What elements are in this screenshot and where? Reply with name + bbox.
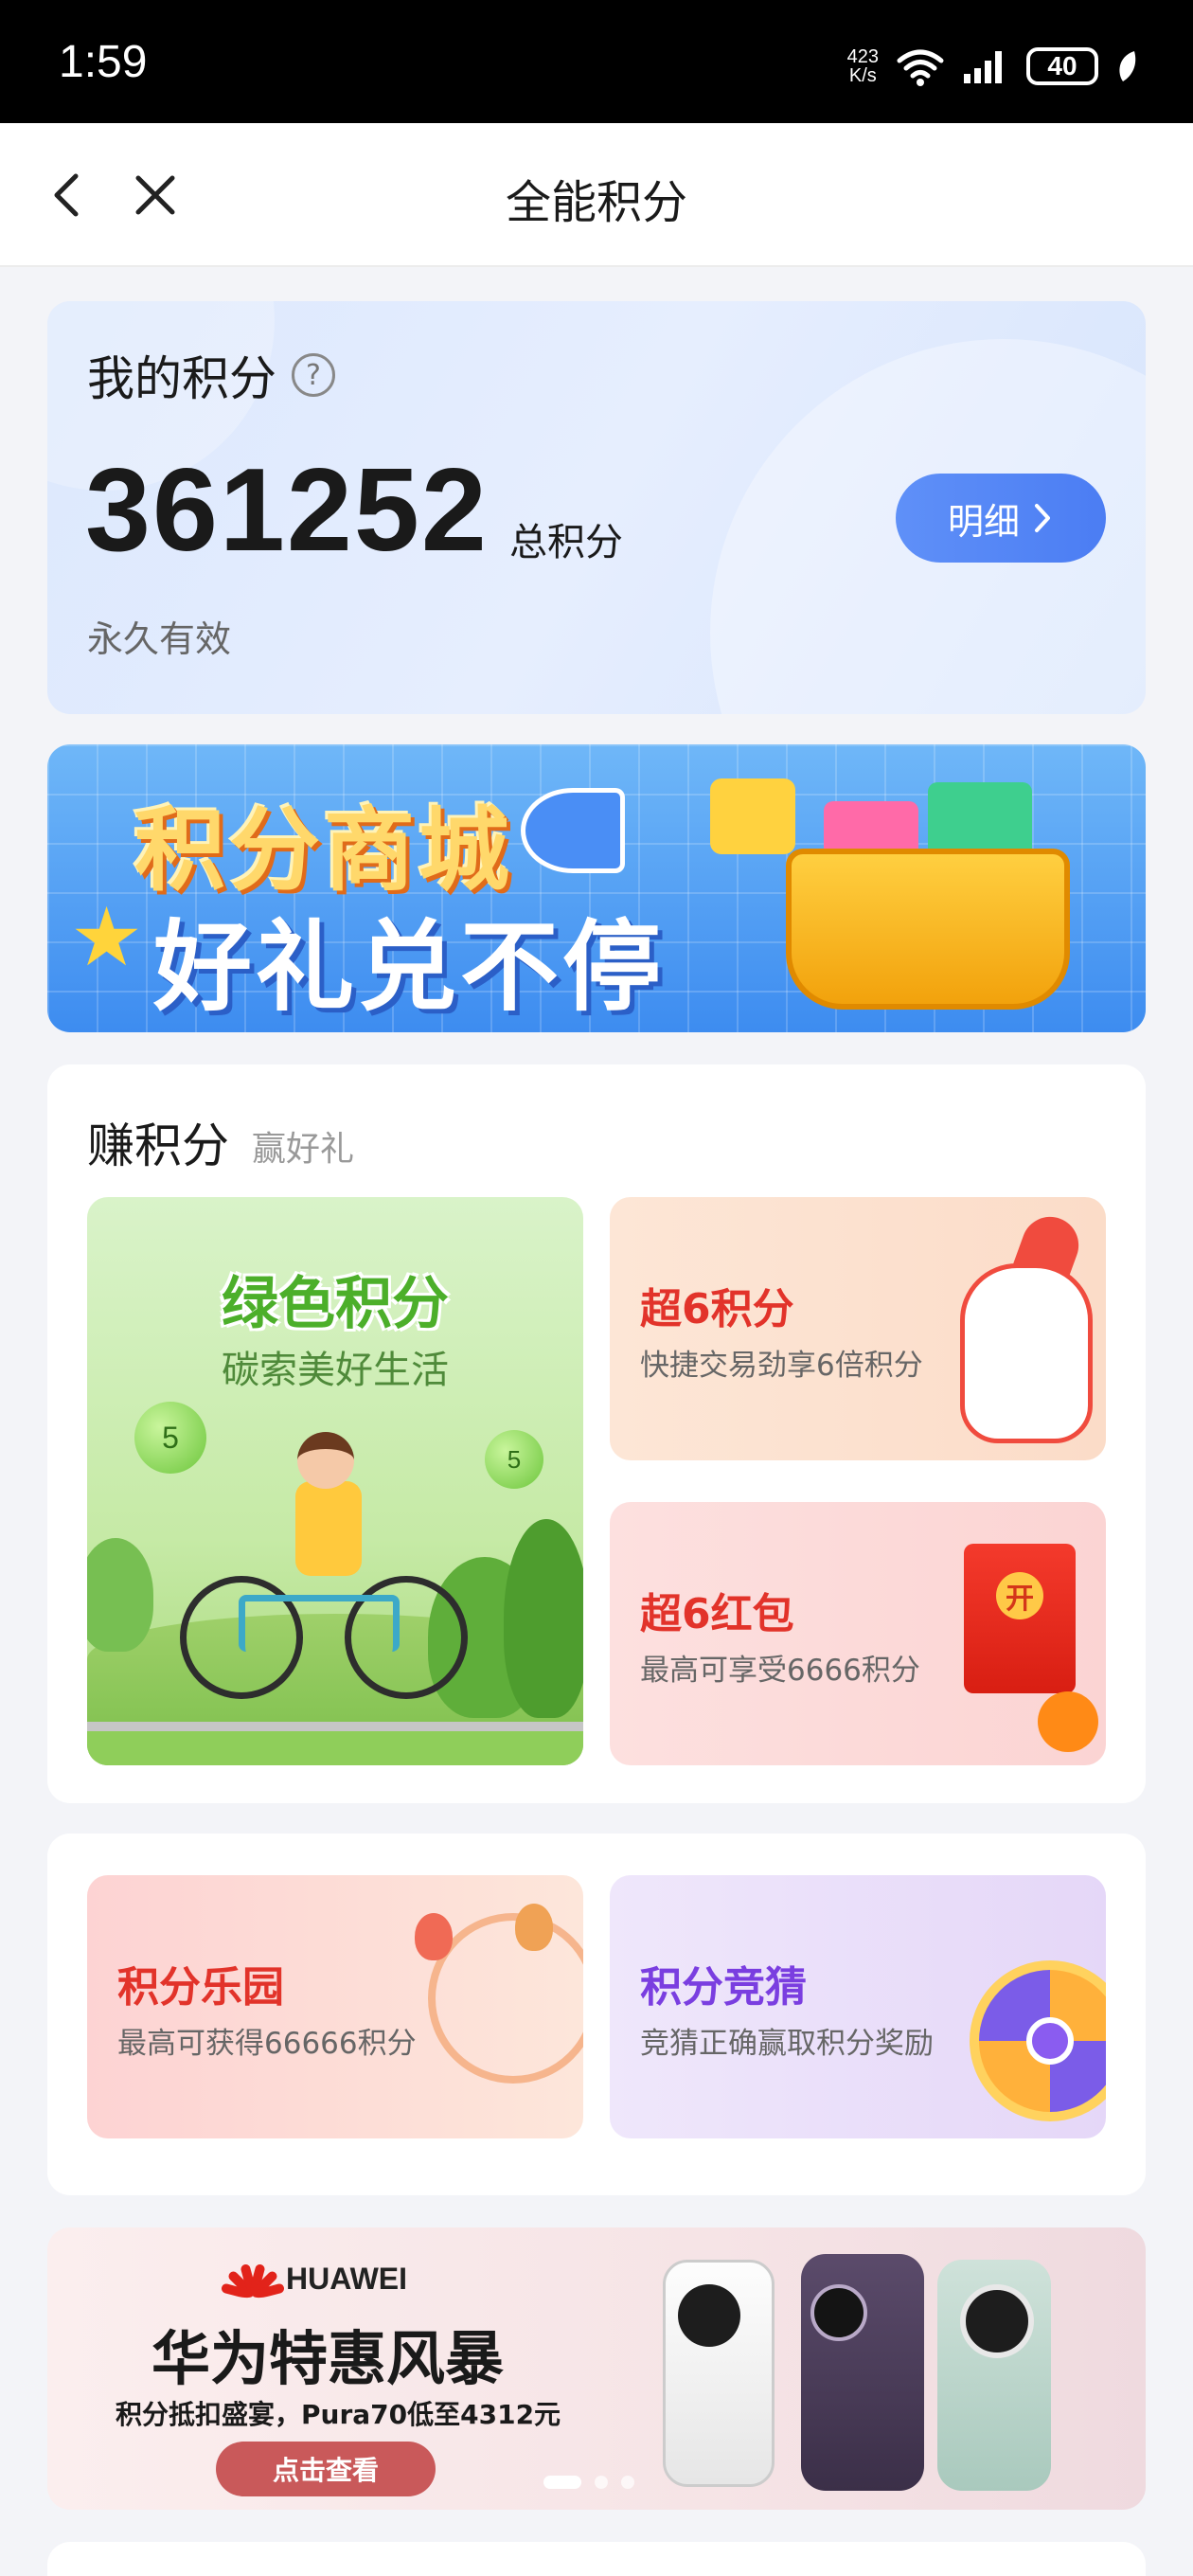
nav-bar: 全能积分 [0,123,1193,267]
chevron-right-icon [1035,504,1050,532]
wifi-icon [897,49,944,86]
section-subtitle: 赢好礼 [252,1130,355,1169]
status-icons: 423 K/s 40 [847,44,1140,89]
camera-module [960,2284,1034,2358]
page-title: 全能积分 [505,176,687,229]
road [87,1722,583,1765]
envelope-seal-icon: 开 [996,1572,1043,1619]
prize-wheel-center [1026,2017,1074,2065]
megaphone-icon [521,788,625,873]
help-icon[interactable]: ? [292,353,335,397]
battery-icon: 40 [1026,47,1098,85]
points-guess-tile[interactable]: 积分竞猜 竞猜正确赢取积分奖励 [610,1875,1106,2138]
super6-redpacket-tile[interactable]: 开 超6红包 最高可享受6666积分 [610,1502,1106,1765]
tshirt-icon [710,778,795,854]
points-mall-banner[interactable]: ★ 积分商城 好礼兑不停 [47,744,1146,1032]
network-speed-unit: K/s [848,65,877,86]
carousel-dot[interactable] [543,2476,581,2489]
network-speed-value: 423 [846,46,879,67]
points-park-title: 积分乐园 [117,1963,284,2012]
camera-module [810,2284,867,2341]
points-detail-button[interactable]: 明细 [896,474,1106,563]
orange-fruit-icon [1038,1691,1098,1752]
tree-icon [504,1519,583,1718]
rabbit-mascot-icon [960,1263,1093,1443]
huawei-logo-icon [220,2260,286,2300]
super6-points-subtitle: 快捷交易劲享6倍积分 [640,1349,923,1383]
phone-image-purple [801,2254,924,2491]
huawei-brand: HUAWEI [220,2260,407,2300]
earn-points-section: 赚积分 赢好礼 5 5 绿色积分 碳索美好生活 超6积分 快捷交易劲享6倍积分 … [47,1064,1146,1803]
points-guess-subtitle: 竞猜正确赢取积分奖励 [640,2027,934,2061]
points-park-subtitle: 最高可获得66666积分 [117,2027,417,2061]
green-coin-icon: 5 [134,1402,206,1474]
mall-banner-slogan: 好礼兑不停 [153,909,666,1025]
carousel-indicator [543,2476,634,2489]
points-detail-label: 明细 [947,500,1020,543]
bicycle-frame-icon [239,1595,400,1652]
next-card [47,2542,1146,2576]
camera-module [678,2284,740,2347]
green-coin-icon: 5 [485,1430,543,1489]
green-points-tile[interactable]: 5 5 绿色积分 碳索美好生活 [87,1197,583,1765]
smiling-star-icon: ★ [70,890,144,985]
battery-saver-leaf-icon [1119,51,1136,81]
view-now-button[interactable]: 点击查看 [216,2442,436,2496]
hot-air-balloon-icon [515,1904,553,1951]
green-points-title: 绿色积分 [222,1271,449,1337]
shopping-basket-icon [786,849,1070,1010]
hot-air-balloon-icon [415,1913,453,1960]
network-speed: 423 K/s [847,47,879,85]
huawei-promo-banner[interactable]: HUAWEI 华为特惠风暴 积分抵扣盛宴，Pura70低至4312元 点击查看 [47,2227,1146,2510]
carousel-dot[interactable] [595,2476,608,2489]
points-games-section: 积分乐园 最高可获得66666积分 积分竞猜 竞猜正确赢取积分奖励 [47,1834,1146,2195]
my-points-title: 我的积分 [87,351,276,406]
status-bar: 1:59 423 K/s 40 [0,0,1193,123]
huawei-brand-name: HUAWEI [286,2261,407,2296]
cyclist-head-icon [297,1432,354,1489]
super6-points-title: 超6积分 [640,1285,794,1333]
super6-redpacket-subtitle: 最高可享受6666积分 [640,1654,920,1688]
super6-points-tile[interactable]: 超6积分 快捷交易劲享6倍积分 [610,1197,1106,1460]
huawei-banner-title: 华为特惠风暴 [151,2324,505,2393]
my-points-card: 我的积分 ? 361252 总积分 明细 永久有效 [47,301,1146,714]
cyclist-body-icon [295,1481,362,1576]
status-time: 1:59 [59,37,148,87]
points-validity: 永久有效 [87,618,232,660]
points-total-label: 总积分 [509,521,623,564]
points-park-tile[interactable]: 积分乐园 最高可获得66666积分 [87,1875,583,2138]
section-title: 赚积分 [87,1118,229,1173]
points-total: 361252 [85,445,489,576]
my-points-header: 我的积分 ? [87,341,335,409]
signal-icon [964,51,1002,83]
tree-icon [87,1538,153,1652]
green-points-subtitle: 碳索美好生活 [222,1349,449,1392]
huawei-banner-subtitle: 积分抵扣盛宴，Pura70低至4312元 [116,2399,561,2430]
carousel-dot[interactable] [621,2476,634,2489]
super6-redpacket-title: 超6红包 [640,1590,794,1638]
points-guess-title: 积分竞猜 [640,1963,807,2012]
